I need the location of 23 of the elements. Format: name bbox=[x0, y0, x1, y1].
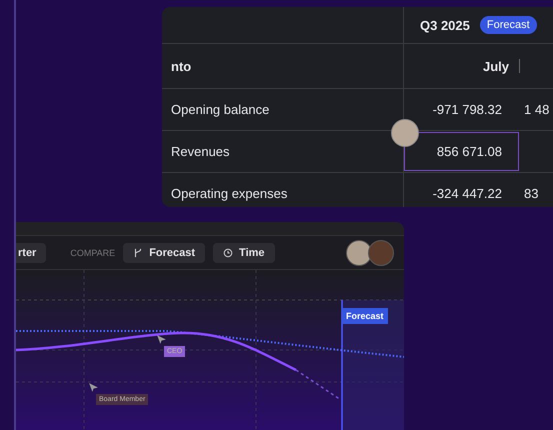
branch-icon bbox=[133, 248, 144, 258]
quarter-heading: Q3 2025 bbox=[420, 18, 470, 32]
compare-button[interactable]: Forecast bbox=[123, 242, 206, 262]
avatar bbox=[391, 119, 419, 147]
month-header: July bbox=[482, 58, 509, 74]
clock-icon bbox=[223, 248, 234, 258]
column-header: nto bbox=[171, 58, 192, 74]
value-cell: -324 447.22 bbox=[403, 173, 520, 207]
compare-button[interactable]: Time bbox=[213, 242, 275, 262]
cursor-icon bbox=[156, 334, 167, 345]
table-cell: 83 bbox=[524, 186, 538, 201]
toolbar-button[interactable]: rter bbox=[16, 242, 46, 262]
value-cell: 856 671.08 bbox=[403, 131, 520, 172]
table-cell: 1 48 bbox=[524, 102, 550, 117]
cursor-icon bbox=[88, 382, 99, 393]
forecast-tag: Forecast bbox=[342, 308, 388, 324]
avatar bbox=[368, 240, 394, 266]
row-label: Revenues bbox=[171, 144, 230, 159]
row-label: Opening balance bbox=[171, 102, 270, 117]
row-label: Operating expenses bbox=[171, 186, 288, 201]
avatar bbox=[346, 240, 372, 266]
forecast-badge: Forecast bbox=[480, 16, 537, 34]
compare-label: COMPARE bbox=[70, 248, 116, 258]
